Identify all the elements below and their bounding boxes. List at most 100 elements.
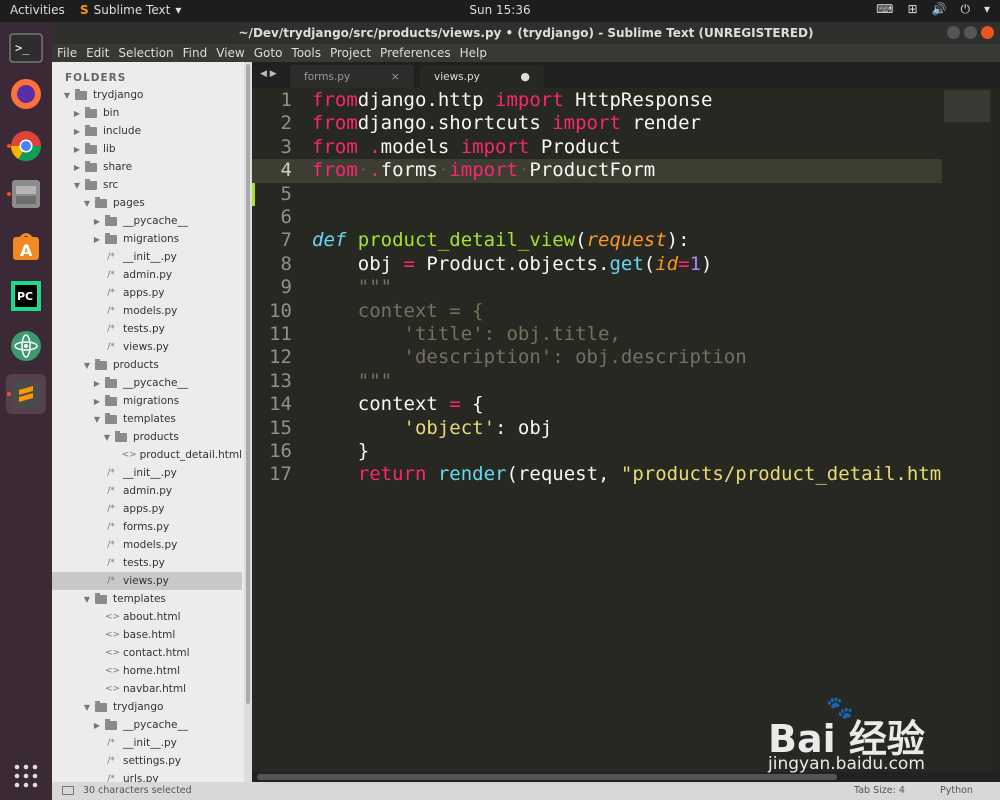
tree-folder[interactable]: ▼ src bbox=[52, 176, 242, 194]
unsaved-dot-icon[interactable]: ● bbox=[520, 70, 530, 83]
minimize-icon[interactable] bbox=[947, 26, 960, 39]
tab-forms-py[interactable]: forms.py × bbox=[290, 65, 414, 88]
keyboard-icon[interactable]: ⌨ bbox=[876, 2, 893, 17]
code-line[interactable]: 7 def product_detail_view(request): bbox=[252, 229, 942, 252]
tree-file[interactable]: /* __init__.py bbox=[52, 248, 242, 266]
volume-icon[interactable]: 🔊 bbox=[932, 2, 947, 17]
tree-folder[interactable]: ▶ migrations bbox=[52, 230, 242, 248]
menu-file[interactable]: File bbox=[57, 46, 77, 60]
tree-folder[interactable]: ▼ pages bbox=[52, 194, 242, 212]
tree-file[interactable]: /* forms.py bbox=[52, 518, 242, 536]
show-apps-button[interactable] bbox=[6, 756, 46, 796]
tree-folder[interactable]: ▶ __pycache__ bbox=[52, 374, 242, 392]
chevron-right-icon[interactable]: ▶ bbox=[92, 721, 102, 730]
tree-file[interactable]: <> contact.html bbox=[52, 644, 242, 662]
minimap[interactable] bbox=[942, 88, 992, 772]
code-line[interactable]: 11 'title': obj.title, bbox=[252, 323, 942, 346]
window-title-bar[interactable]: ~/Dev/trydjango/src/products/views.py • … bbox=[52, 22, 1000, 44]
tree-file[interactable]: /* __init__.py bbox=[52, 464, 242, 482]
tab-views-py[interactable]: views.py ● bbox=[420, 65, 544, 88]
tree-file[interactable]: /* views.py bbox=[52, 338, 242, 356]
chevron-down-icon[interactable]: ▾ bbox=[984, 2, 990, 17]
chrome-launcher[interactable] bbox=[6, 126, 46, 166]
code-line[interactable]: 14 context = { bbox=[252, 393, 942, 416]
menu-goto[interactable]: Goto bbox=[254, 46, 283, 60]
code-line[interactable]: 2 fromdjango.shortcuts import render bbox=[252, 112, 942, 135]
tree-folder[interactable]: ▶ lib bbox=[52, 140, 242, 158]
software-center-launcher[interactable]: A bbox=[6, 226, 46, 266]
close-icon[interactable]: × bbox=[391, 70, 400, 83]
menu-preferences[interactable]: Preferences bbox=[380, 46, 451, 60]
chevron-right-icon[interactable]: ▶ bbox=[72, 163, 82, 172]
tree-file[interactable]: <> product_detail.html bbox=[52, 446, 242, 464]
tree-folder[interactable]: ▶ migrations bbox=[52, 392, 242, 410]
tree-file[interactable]: /* admin.py bbox=[52, 266, 242, 284]
maximize-icon[interactable] bbox=[964, 26, 977, 39]
tree-folder[interactable]: ▼ templates bbox=[52, 410, 242, 428]
tree-folder[interactable]: ▶ bin bbox=[52, 104, 242, 122]
tree-file[interactable]: /* tests.py bbox=[52, 554, 242, 572]
editor-vertical-scrollbar[interactable] bbox=[992, 88, 1000, 772]
tree-file[interactable]: /* __init__.py bbox=[52, 734, 242, 752]
chevron-down-icon[interactable]: ▼ bbox=[82, 361, 92, 370]
code-line[interactable]: 13 """ bbox=[252, 370, 942, 393]
firefox-launcher[interactable] bbox=[6, 74, 46, 114]
tree-file[interactable]: /* admin.py bbox=[52, 482, 242, 500]
chevron-right-icon[interactable]: ▶ bbox=[72, 127, 82, 136]
tree-file[interactable]: <> home.html bbox=[52, 662, 242, 680]
chevron-right-icon[interactable]: ▶ bbox=[72, 109, 82, 118]
chevron-down-icon[interactable]: ▼ bbox=[102, 433, 112, 442]
sidebar-scrollbar[interactable] bbox=[244, 62, 252, 782]
tree-folder[interactable]: ▼ products bbox=[52, 428, 242, 446]
code-line[interactable]: 17 return render(request, "products/prod… bbox=[252, 463, 942, 486]
close-icon[interactable] bbox=[981, 26, 994, 39]
menu-tools[interactable]: Tools bbox=[291, 46, 321, 60]
pycharm-launcher[interactable]: PC bbox=[6, 276, 46, 316]
chevron-right-icon[interactable]: ▶ bbox=[72, 145, 82, 154]
tree-file[interactable]: /* models.py bbox=[52, 302, 242, 320]
tree-folder[interactable]: ▶ include bbox=[52, 122, 242, 140]
tree-file[interactable]: /* apps.py bbox=[52, 284, 242, 302]
chevron-right-icon[interactable]: ▶ bbox=[92, 379, 102, 388]
chevron-down-icon[interactable]: ▼ bbox=[72, 181, 82, 190]
files-launcher[interactable] bbox=[6, 174, 46, 214]
panel-toggle-icon[interactable] bbox=[62, 786, 74, 795]
tab-nav-arrows[interactable]: ◀ ▶ bbox=[260, 69, 277, 79]
menu-help[interactable]: Help bbox=[460, 46, 487, 60]
tree-file[interactable]: <> base.html bbox=[52, 626, 242, 644]
chevron-down-icon[interactable]: ▼ bbox=[82, 595, 92, 604]
clock[interactable]: Sun 15:36 bbox=[0, 3, 1000, 17]
chevron-down-icon[interactable]: ▼ bbox=[82, 703, 92, 712]
atom-launcher[interactable] bbox=[6, 326, 46, 366]
code-line[interactable]: 16 } bbox=[252, 440, 942, 463]
power-icon[interactable]: ⏻ bbox=[960, 2, 970, 17]
tree-folder[interactable]: ▼ products bbox=[52, 356, 242, 374]
code-line[interactable]: 10 context = { bbox=[252, 300, 942, 323]
tree-folder[interactable]: ▼ trydjango bbox=[52, 86, 242, 104]
code-line[interactable]: 8 obj = Product.objects.get(id=1) bbox=[252, 253, 942, 276]
network-icon[interactable]: ⊞ bbox=[907, 2, 917, 17]
tree-folder[interactable]: ▶ __pycache__ bbox=[52, 716, 242, 734]
menu-find[interactable]: Find bbox=[183, 46, 208, 60]
code-line[interactable]: 1 fromdjango.http import HttpResponse bbox=[252, 89, 942, 112]
sublime-launcher[interactable] bbox=[6, 374, 46, 414]
code-line[interactable]: 3 from .models import Product bbox=[252, 136, 942, 159]
code-line[interactable]: 6 bbox=[252, 206, 942, 229]
tree-file[interactable]: /* views.py bbox=[52, 572, 242, 590]
tree-file[interactable]: /* models.py bbox=[52, 536, 242, 554]
tree-folder[interactable]: ▶ __pycache__ bbox=[52, 212, 242, 230]
tab-size-selector[interactable]: Tab Size: 4 bbox=[854, 785, 905, 796]
menu-edit[interactable]: Edit bbox=[86, 46, 109, 60]
code-line[interactable]: 5 bbox=[252, 183, 942, 206]
code-line[interactable]: 4 from·.forms·import·ProductForm bbox=[252, 159, 942, 183]
tree-file[interactable]: /* tests.py bbox=[52, 320, 242, 338]
tree-file[interactable]: /* apps.py bbox=[52, 500, 242, 518]
tree-file[interactable]: /* urls.py bbox=[52, 770, 242, 782]
terminal-launcher[interactable]: >_ bbox=[6, 28, 46, 68]
chevron-down-icon[interactable]: ▼ bbox=[62, 91, 72, 100]
code-line[interactable]: 9 """ bbox=[252, 276, 942, 299]
tree-folder[interactable]: ▼ trydjango bbox=[52, 698, 242, 716]
chevron-down-icon[interactable]: ▼ bbox=[82, 199, 92, 208]
chevron-right-icon[interactable]: ▶ bbox=[92, 217, 102, 226]
tree-folder[interactable]: ▼ templates bbox=[52, 590, 242, 608]
